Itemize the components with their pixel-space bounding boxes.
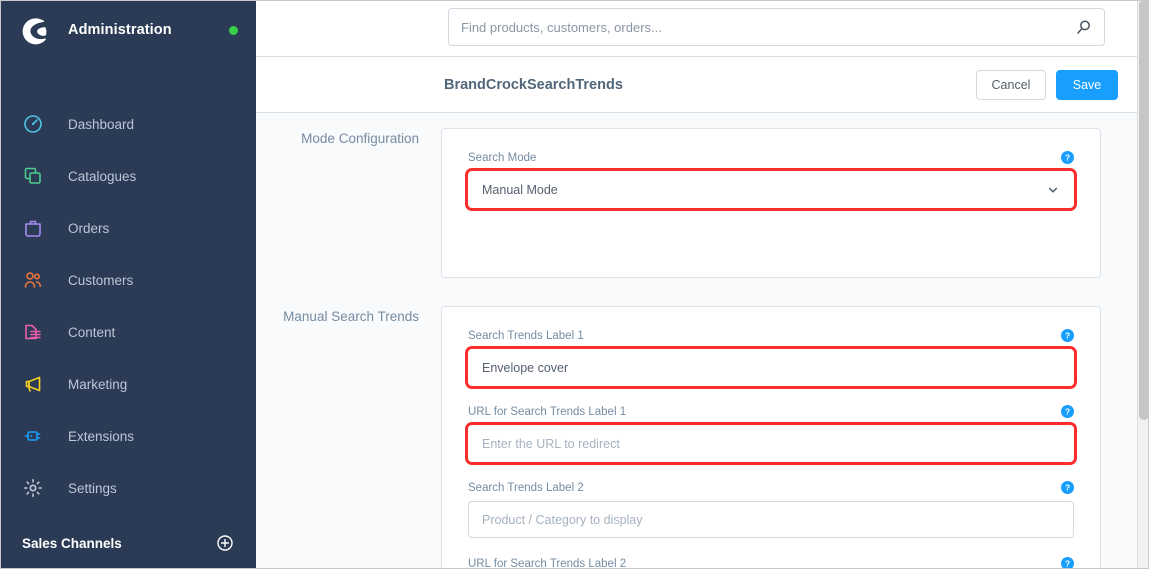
save-button[interactable]: Save bbox=[1056, 69, 1118, 100]
field-label-row: Search Trends Label 2 ? bbox=[468, 481, 1074, 494]
search-icon[interactable] bbox=[1074, 19, 1092, 36]
field-search-mode: Search Mode ? Manual Mode bbox=[465, 151, 1077, 211]
search-mode-select[interactable]: Manual Mode bbox=[465, 168, 1077, 211]
help-circle-icon[interactable]: ? bbox=[1061, 329, 1074, 342]
field-label: Search Trends Label 1 bbox=[468, 329, 584, 342]
settings-content: Mode Configuration Search Mode ? Manual … bbox=[256, 113, 1149, 569]
global-search[interactable] bbox=[448, 8, 1105, 46]
search-trends-label-1-input[interactable]: Envelope cover bbox=[465, 346, 1077, 389]
field-label: URL for Search Trends Label 2 bbox=[468, 557, 627, 569]
section-title: Manual Search Trends bbox=[283, 309, 419, 324]
help-circle-icon[interactable]: ? bbox=[1061, 481, 1074, 494]
page-header: BrandCrockSearchTrends Cancel Save bbox=[256, 57, 1149, 113]
field-label: Search Trends Label 2 bbox=[468, 481, 584, 494]
status-dot bbox=[229, 25, 238, 35]
search-trends-label-2-input[interactable]: Product / Category to display bbox=[468, 501, 1074, 538]
mode-configuration-card: Search Mode ? Manual Mode bbox=[441, 128, 1101, 278]
help-circle-icon[interactable]: ? bbox=[1061, 405, 1074, 418]
topbar bbox=[256, 0, 1149, 57]
field-search-trends-label-2: Search Trends Label 2 ? Product / Catego… bbox=[468, 481, 1074, 538]
sidebar-item-catalogues[interactable]: Catalogues bbox=[0, 150, 256, 202]
sidebar-item-label: Catalogues bbox=[68, 168, 137, 184]
dashboard-gauge-icon bbox=[20, 111, 46, 137]
sidebar-item-label: Content bbox=[68, 324, 116, 340]
field-search-trends-label-1: Search Trends Label 1 ? Envelope cover bbox=[465, 329, 1077, 389]
page-actions: Cancel Save bbox=[976, 69, 1118, 100]
field-url-search-trends-label-2: URL for Search Trends Label 2 ? Enter th… bbox=[468, 557, 1074, 569]
manual-search-trends-card: Search Trends Label 1 ? Envelope cover U… bbox=[441, 306, 1101, 569]
content-page-icon bbox=[20, 319, 46, 345]
field-label-row: Search Trends Label 1 ? bbox=[468, 329, 1074, 342]
field-label: Search Mode bbox=[468, 151, 537, 164]
sidebar-item-customers[interactable]: Customers bbox=[0, 254, 256, 306]
help-circle-icon[interactable]: ? bbox=[1061, 151, 1074, 164]
input-placeholder: Product / Category to display bbox=[482, 512, 643, 527]
sidebar-item-label: Customers bbox=[68, 272, 134, 288]
settings-gear-icon bbox=[20, 475, 46, 501]
input-placeholder: Enter the URL to redirect bbox=[482, 436, 620, 451]
catalogues-copy-icon bbox=[20, 163, 46, 189]
sales-channels-label: Sales Channels bbox=[22, 535, 122, 551]
sidebar-item-label: Marketing bbox=[68, 376, 128, 392]
sidebar-item-label: Extensions bbox=[68, 428, 135, 444]
sidebar-item-label: Settings bbox=[68, 480, 117, 496]
extensions-plug-icon bbox=[20, 423, 46, 449]
section-mode-configuration: Mode Configuration Search Mode ? Manual … bbox=[256, 128, 1148, 278]
svg-text:?: ? bbox=[1065, 483, 1070, 493]
search-mode-value: Manual Mode bbox=[482, 182, 558, 197]
sidebar-item-marketing[interactable]: Marketing bbox=[0, 358, 256, 410]
section-manual-search-trends: Manual Search Trends Search Trends Label… bbox=[256, 306, 1148, 569]
svg-text:?: ? bbox=[1065, 407, 1070, 417]
field-url-search-trends-label-1: URL for Search Trends Label 1 ? Enter th… bbox=[465, 405, 1077, 465]
sidebar: Administration Dashboard Catalogues Orde… bbox=[0, 0, 256, 569]
field-label: URL for Search Trends Label 1 bbox=[468, 405, 627, 418]
page-scrollbar[interactable] bbox=[1137, 0, 1149, 569]
field-label-row: URL for Search Trends Label 2 ? bbox=[468, 557, 1074, 569]
plus-circle-icon[interactable] bbox=[216, 534, 234, 552]
search-input[interactable] bbox=[461, 19, 1074, 35]
svg-text:?: ? bbox=[1065, 153, 1070, 163]
sidebar-item-dashboard[interactable]: Dashboard bbox=[0, 98, 256, 150]
field-label-row: Search Mode ? bbox=[468, 151, 1074, 164]
svg-text:?: ? bbox=[1065, 331, 1070, 341]
sidebar-item-orders[interactable]: Orders bbox=[0, 202, 256, 254]
url-search-trends-label-1-input[interactable]: Enter the URL to redirect bbox=[465, 422, 1077, 465]
customers-people-icon bbox=[20, 267, 46, 293]
field-label-row: URL for Search Trends Label 1 ? bbox=[468, 405, 1074, 418]
chevron-down-icon[interactable] bbox=[1046, 183, 1060, 197]
svg-text:?: ? bbox=[1065, 559, 1070, 569]
shopware-admin-window: Administration Dashboard Catalogues Orde… bbox=[0, 0, 1149, 569]
shopware-logo-icon bbox=[14, 9, 56, 51]
help-circle-icon[interactable]: ? bbox=[1061, 557, 1074, 569]
section-title: Mode Configuration bbox=[301, 131, 419, 146]
sidebar-item-settings[interactable]: Settings bbox=[0, 462, 256, 514]
page-title: BrandCrockSearchTrends bbox=[444, 76, 623, 93]
sidebar-header: Administration bbox=[0, 0, 256, 60]
sidebar-title: Administration bbox=[68, 22, 172, 38]
input-value: Envelope cover bbox=[482, 360, 569, 375]
page-scrollbar-thumb[interactable] bbox=[1139, 0, 1149, 420]
sidebar-item-extensions[interactable]: Extensions bbox=[0, 410, 256, 462]
sidebar-item-label: Orders bbox=[68, 220, 110, 236]
cancel-button[interactable]: Cancel bbox=[976, 69, 1046, 100]
card-spacer bbox=[468, 227, 1074, 253]
sidebar-item-content[interactable]: Content bbox=[0, 306, 256, 358]
sales-channels-footer: Sales Channels bbox=[0, 517, 256, 569]
marketing-megaphone-icon bbox=[20, 371, 46, 397]
sidebar-item-label: Dashboard bbox=[68, 116, 135, 132]
sidebar-nav: Dashboard Catalogues Orders Customers Co… bbox=[0, 98, 256, 514]
main-area: BrandCrockSearchTrends Cancel Save Mode … bbox=[256, 0, 1149, 569]
orders-bag-icon bbox=[20, 215, 46, 241]
